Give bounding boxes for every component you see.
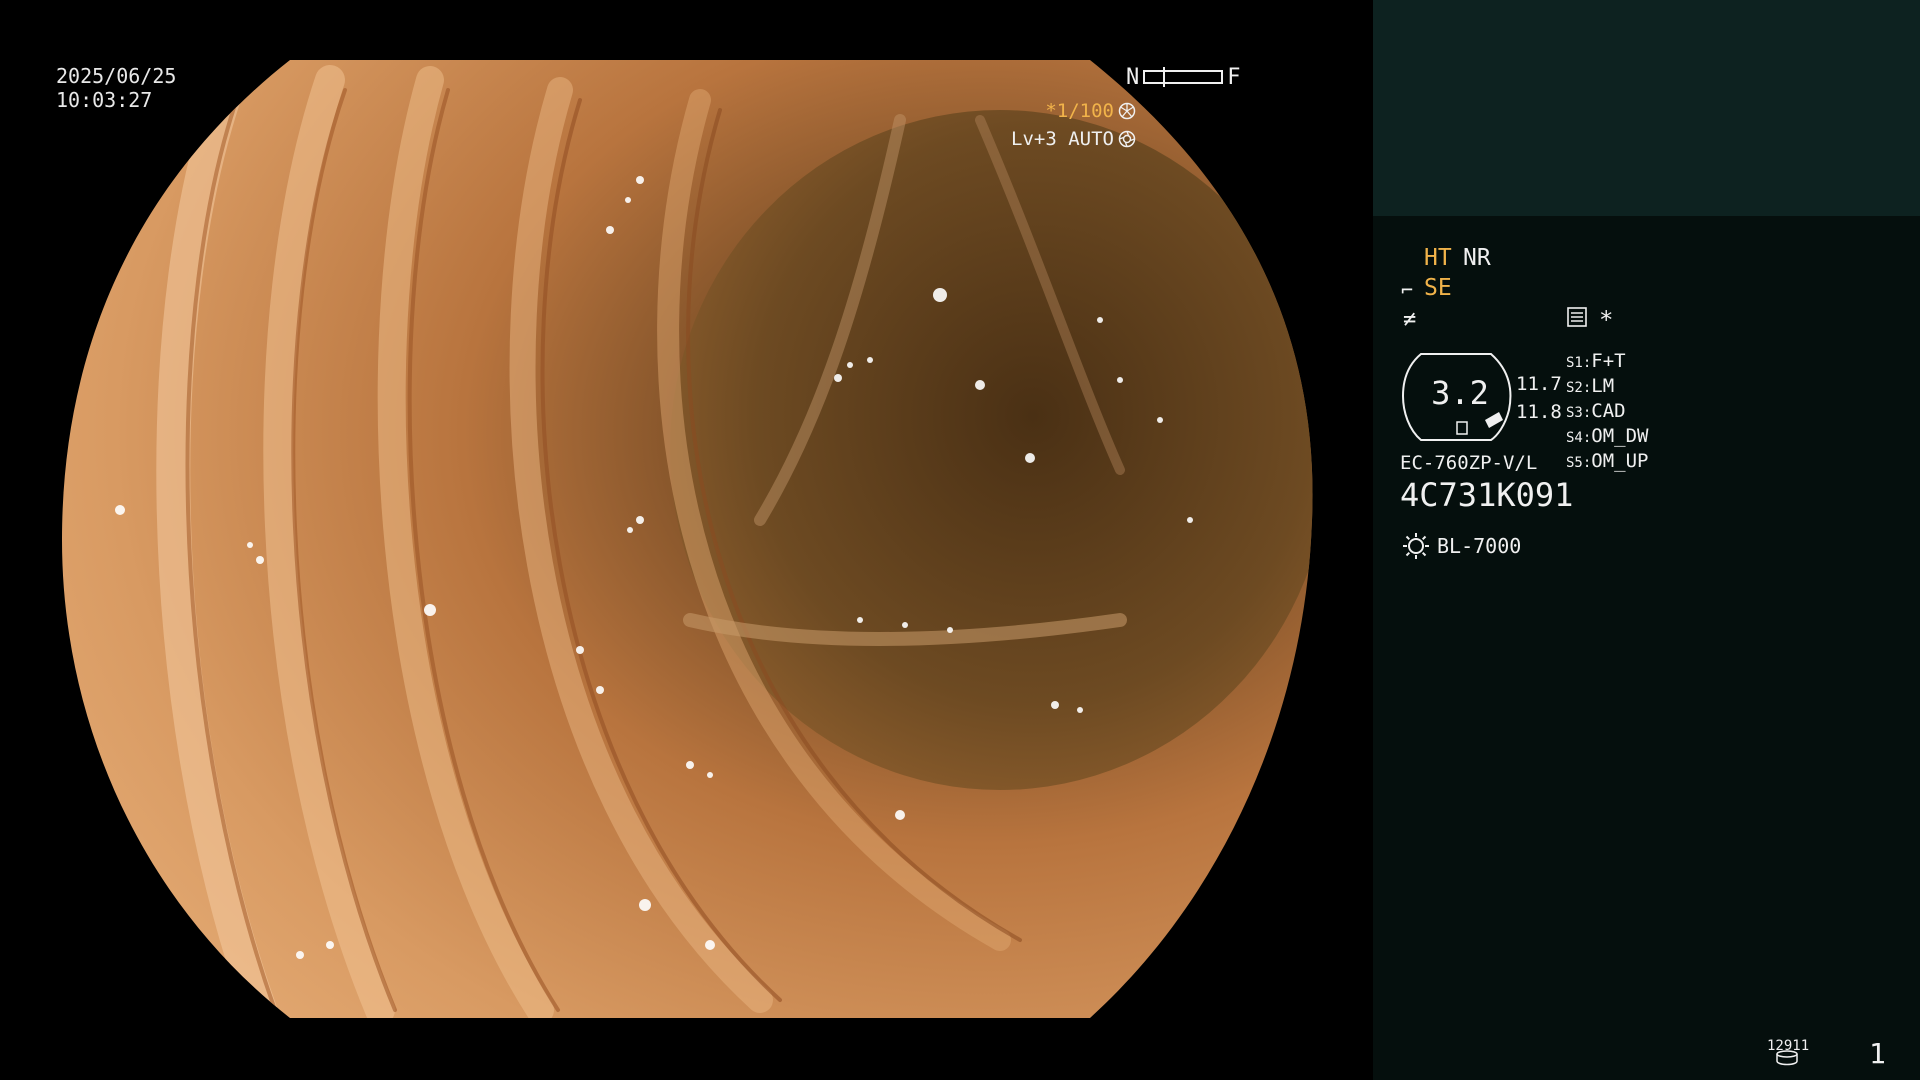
shutter-speed: *1/100 [1045, 100, 1114, 122]
switch-value: CAD [1591, 400, 1626, 422]
focus-bar-tick [1163, 67, 1166, 87]
se-hook-icon: ⌐ [1401, 278, 1414, 302]
disk-icon [1776, 1050, 1798, 1066]
page-number: 1 [1869, 1037, 1886, 1070]
switch-key: S3: [1566, 405, 1592, 421]
switch-value: LM [1591, 375, 1615, 397]
switch-key: S4: [1566, 430, 1592, 446]
switch-s3: S3:CAD [1566, 400, 1626, 422]
switch-key: S1: [1566, 355, 1592, 371]
zoom-value-2: 11.8 [1516, 401, 1562, 423]
ht-indicator: HT [1424, 245, 1452, 271]
star-marker: * [1599, 306, 1614, 334]
patient-info-area [1373, 0, 1920, 216]
scope-serial: 4C731K091 [1400, 476, 1574, 514]
enhancement-readout: Lv+3 AUTO [1011, 128, 1136, 150]
memo-list-icon [1567, 307, 1587, 327]
endoscopic-image [62, 60, 1313, 1018]
switch-key: S5: [1566, 455, 1592, 471]
endoscope-viewport: 2025/06/25 10:03:27 N F *1/100 Lv+3 AUTO [0, 0, 1372, 1080]
nr-indicator: NR [1463, 245, 1491, 271]
lamp-icon [1403, 533, 1429, 559]
switch-value: F+T [1591, 350, 1626, 372]
far-label: F [1227, 64, 1241, 90]
lumen-view [62, 60, 1313, 1018]
zoom-badge-value: 3.2 [1431, 374, 1489, 412]
structure-enhancement-indicator: SE [1424, 275, 1452, 301]
info-panel: HT NR ⌐ SE ≠ * 3.2 11.7 11.8 S1:F+T S2:L… [1373, 0, 1920, 1080]
switch-s1: S1:F+T [1566, 350, 1626, 372]
light-source: BL-7000 [1437, 534, 1522, 558]
zoom-value-1: 11.7 [1516, 373, 1562, 395]
near-label: N [1126, 64, 1140, 90]
switch-s2: S2:LM [1566, 375, 1614, 397]
switch-s5: S5:OM_UP [1566, 450, 1649, 472]
exam-time: 10:03:27 [56, 88, 153, 112]
enhancement-level: Lv+3 AUTO [1011, 128, 1114, 150]
colour-mode-icon: ≠ [1403, 307, 1417, 332]
focus-bar [1143, 67, 1224, 87]
shutter-speed-readout: *1/100 [1045, 100, 1136, 122]
switch-value: OM_UP [1591, 450, 1649, 472]
shutter-icon [1118, 102, 1136, 120]
switch-key: S2: [1566, 380, 1592, 396]
switch-value: OM_DW [1591, 425, 1649, 447]
switch-s4: S4:OM_DW [1566, 425, 1649, 447]
scope-model: EC-760ZP-V/L [1400, 452, 1538, 474]
near-far-focus-gauge: N F [1126, 64, 1241, 90]
exam-date: 2025/06/25 [56, 64, 177, 88]
iris-icon [1118, 130, 1136, 148]
